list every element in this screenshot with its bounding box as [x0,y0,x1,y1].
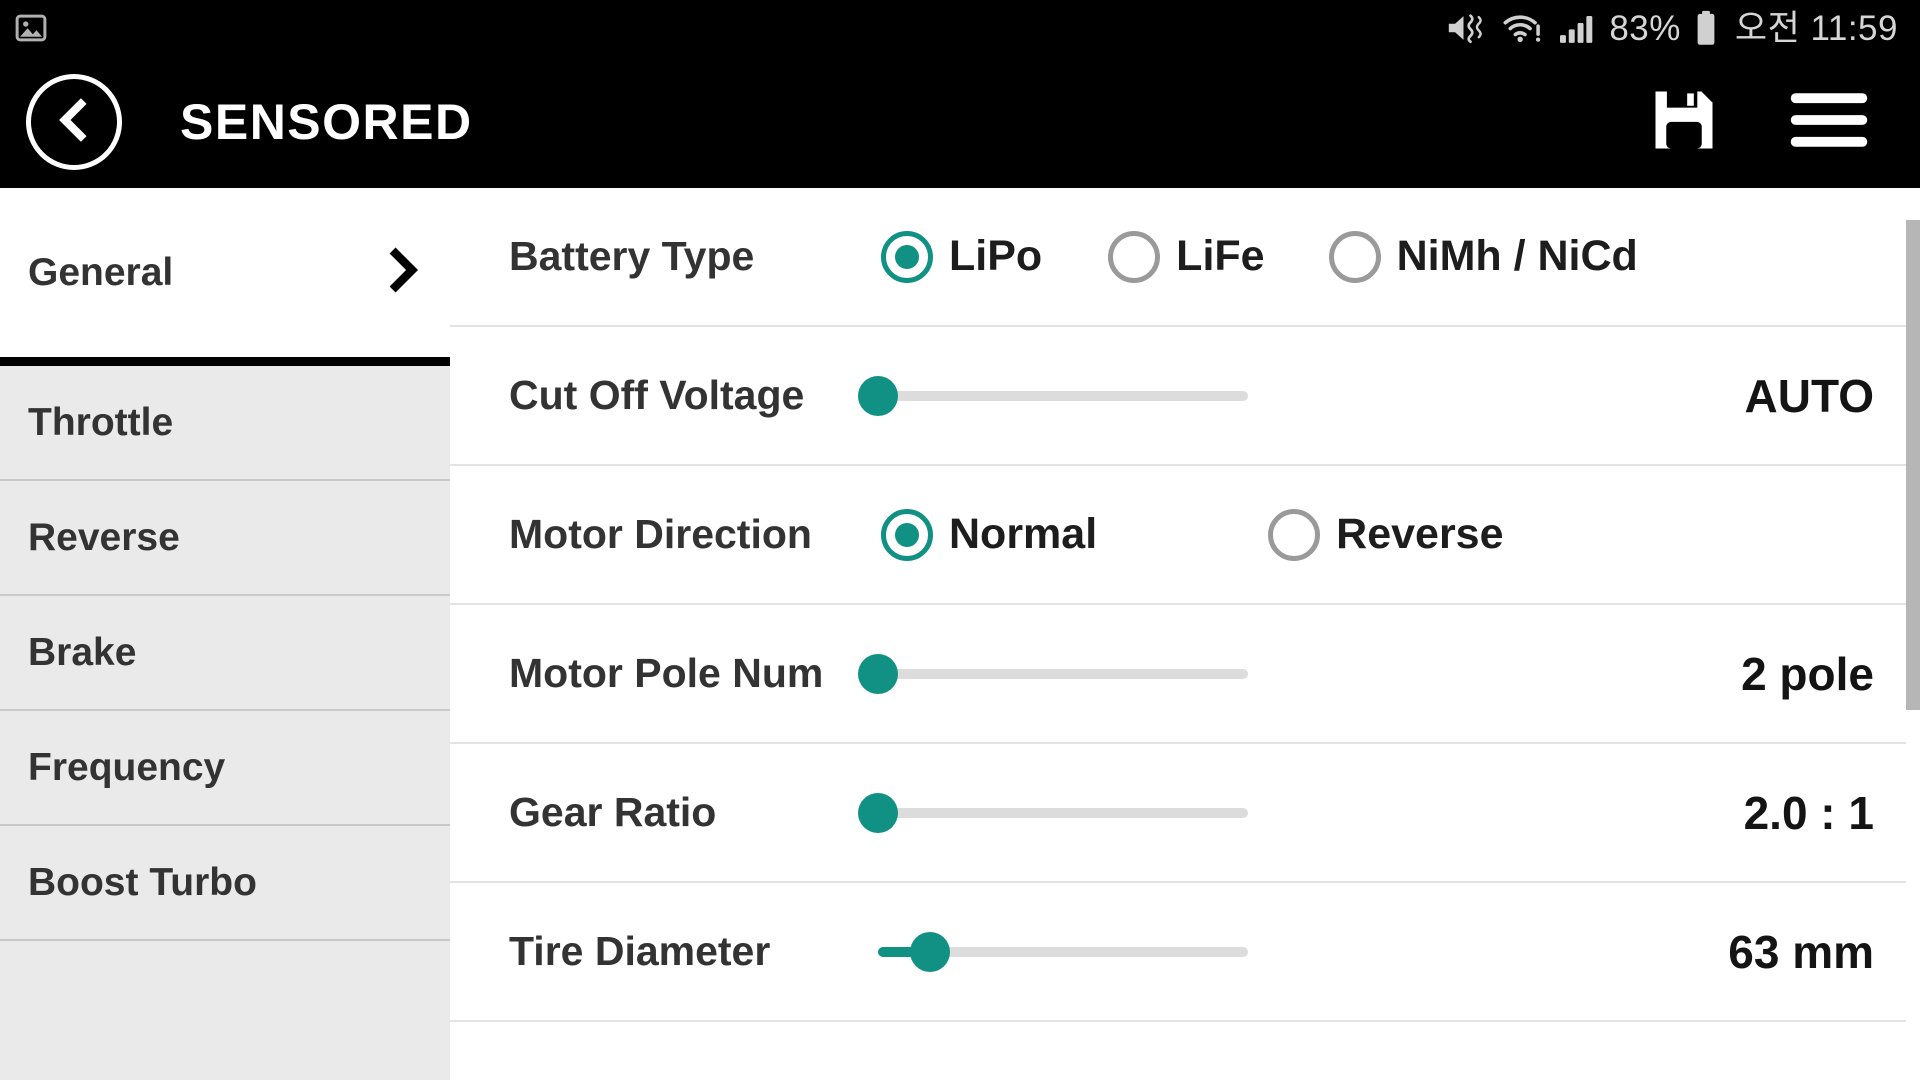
slider-track [878,390,1248,401]
sidebar-item-boost-turbo[interactable]: Boost Turbo [0,826,450,941]
setting-label: Motor Pole Num [509,650,824,696]
radio-dot-icon [1328,230,1381,283]
status-bar-clock: 오전 11:59 [1734,8,1898,48]
tire-diameter-slider[interactable] [878,926,1248,978]
setting-label: Battery Type [509,233,755,279]
status-bar-left [14,11,48,45]
setting-row-gear-ratio: Gear Ratio 2.0 : 1 [450,744,1920,883]
gear-ratio-slider[interactable] [858,787,1248,839]
cut-off-voltage-slider[interactable] [858,370,1248,422]
setting-control: 63 mm [878,925,1890,978]
setting-row-tire-diameter: Tire Diameter 63 mm [450,883,1920,1022]
mute-icon [1446,11,1488,45]
chevron-left-icon [51,97,97,148]
wifi-warning-icon [1501,11,1545,45]
slider-knob[interactable] [858,792,898,833]
sidebar-item-label: Frequency [28,746,226,789]
setting-control: AUTO [858,369,1890,422]
setting-control: 2 pole [858,647,1890,700]
radio-dot-icon [1108,230,1161,283]
setting-control: Normal Reverse [881,508,1890,561]
sidebar-item-label: Brake [28,631,137,674]
hamburger-menu-icon[interactable] [1786,85,1872,160]
setting-label: Motor Direction [509,511,812,557]
setting-row-motor-pole-num: Motor Pole Num 2 pole [450,605,1920,744]
radio-label: Reverse [1336,510,1504,558]
setting-label: Cut Off Voltage [509,372,805,418]
radio-dot-icon [1268,508,1321,561]
battery-icon [1694,10,1718,46]
signal-bars-icon [1558,11,1596,45]
content-area: General Throttle Reverse Brake Frequency… [0,188,1920,1080]
radio-option-normal[interactable]: Normal [881,508,1098,561]
battery-percent-label: 83% [1609,8,1681,48]
radio-label: LiPo [949,232,1043,280]
radio-option-lipo[interactable]: LiPo [881,230,1043,283]
status-bar: 83% 오전 11:59 [0,0,1920,56]
radio-dot-icon [881,508,933,561]
page-title: SENSORED [180,94,473,150]
setting-row-battery-type: Battery Type LiPo LiFe NiMh / NiCd [450,188,1920,327]
sidebar-item-general[interactable]: General [0,188,450,366]
radio-option-reverse[interactable]: Reverse [1268,508,1504,561]
setting-label: Gear Ratio [509,789,717,835]
radio-label: LiFe [1176,232,1265,280]
setting-label: Tire Diameter [509,928,771,974]
sidebar-item-brake[interactable]: Brake [0,596,450,711]
setting-value: 2.0 : 1 [1743,786,1874,839]
setting-value: 63 mm [1728,925,1874,978]
setting-row-motor-direction: Motor Direction Normal Reverse [450,466,1920,605]
slider-track [878,807,1248,818]
app-header: SENSORED [0,56,1920,188]
sidebar-item-throttle[interactable]: Throttle [0,366,450,481]
radio-dot-icon [881,230,933,283]
sidebar-item-label: Boost Turbo [28,861,257,904]
setting-control: LiPo LiFe NiMh / NiCd [881,230,1890,283]
motor-direction-radio-group: Normal Reverse [881,508,1504,561]
back-button[interactable] [26,74,122,170]
sidebar-item-label: Throttle [28,401,174,444]
sidebar-item-frequency[interactable]: Frequency [0,711,450,826]
slider-knob[interactable] [858,653,898,694]
slider-knob[interactable] [909,931,950,972]
settings-panel: Battery Type LiPo LiFe NiMh / NiCd Cut O… [450,188,1920,1080]
radio-option-nimh-nicd[interactable]: NiMh / NiCd [1328,230,1638,283]
header-actions [1646,82,1872,163]
scrollbar-thumb[interactable] [1906,220,1920,710]
image-notification-icon [14,11,48,45]
sidebar: General Throttle Reverse Brake Frequency… [0,188,450,1080]
setting-control: 2.0 : 1 [858,786,1890,839]
setting-row-cut-off-voltage: Cut Off Voltage AUTO [450,327,1920,466]
scrollbar[interactable] [1906,188,1920,1080]
slider-track [878,668,1248,679]
setting-value: 2 pole [1741,647,1874,700]
sidebar-item-label: General [28,251,174,294]
radio-option-life[interactable]: LiFe [1108,230,1265,283]
setting-value: AUTO [1744,369,1875,422]
motor-pole-num-slider[interactable] [858,648,1248,700]
slider-knob[interactable] [858,375,898,416]
battery-type-radio-group: LiPo LiFe NiMh / NiCd [881,230,1638,283]
save-floppy-icon[interactable] [1646,82,1722,163]
radio-label: NiMh / NiCd [1396,232,1638,280]
radio-label: Normal [949,510,1098,558]
sidebar-item-reverse[interactable]: Reverse [0,481,450,596]
sidebar-item-label: Reverse [28,516,180,559]
chevron-right-icon [384,247,424,298]
status-bar-right: 83% 오전 11:59 [1446,10,1898,46]
